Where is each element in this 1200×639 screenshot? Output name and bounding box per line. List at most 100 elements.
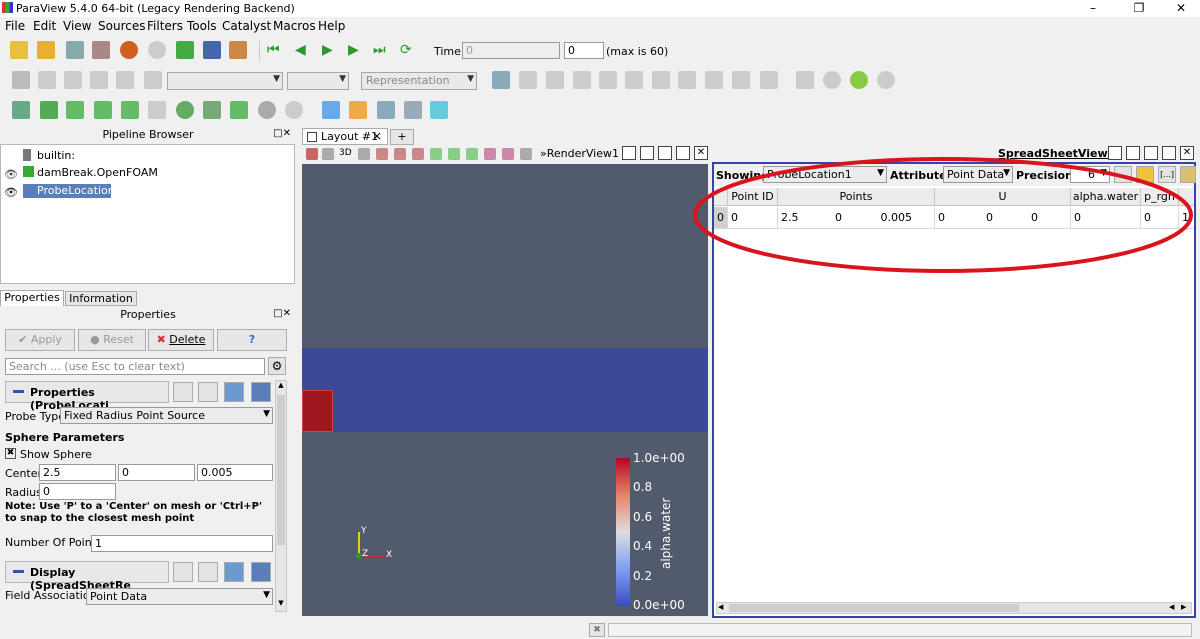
loop-icon[interactable]: ⟳ <box>400 42 412 58</box>
stream-tracer-icon[interactable] <box>203 101 221 119</box>
view-minus-x-icon[interactable] <box>599 71 617 89</box>
capture-icon[interactable] <box>306 148 318 160</box>
grow-selection-icon[interactable] <box>484 148 496 160</box>
menu-macros[interactable]: Macros <box>273 19 316 33</box>
menu-catalyst[interactable]: Catalyst <box>222 19 271 33</box>
threshold-icon[interactable] <box>121 101 139 119</box>
center-y-input[interactable]: 0 <box>118 464 195 481</box>
scroll-left-icon[interactable]: ◀ <box>718 603 723 611</box>
first-frame-icon[interactable]: ⏮ <box>267 42 280 58</box>
clip-icon[interactable] <box>66 101 84 119</box>
tab-properties[interactable]: Properties <box>0 290 64 306</box>
save-state-icon[interactable] <box>92 41 110 59</box>
copy-icon[interactable] <box>173 562 193 582</box>
slice-icon[interactable] <box>94 101 112 119</box>
close-progress-icon[interactable]: ✖ <box>589 623 605 637</box>
panel-float-close-icon[interactable]: □✕ <box>273 308 291 319</box>
menu-filters[interactable]: Filters <box>147 19 183 33</box>
field-association-select[interactable]: Point Data ▼ <box>86 588 273 605</box>
view-plus-x-icon[interactable] <box>573 71 591 89</box>
extract-level-icon[interactable] <box>285 101 303 119</box>
close-window-button[interactable]: ✕ <box>1158 0 1200 17</box>
color-legend-icon[interactable] <box>38 71 56 89</box>
rescale-visible-icon[interactable] <box>116 71 134 89</box>
scroll-up-icon[interactable]: ▲ <box>276 381 286 391</box>
apply-button[interactable]: ✔ Apply <box>5 329 75 351</box>
spreadsheet-horizontal-scrollbar[interactable]: ◀ ◀ ▶ <box>716 602 1192 614</box>
delete-button[interactable]: ✖ Delete <box>148 329 214 351</box>
menu-help[interactable]: Help <box>318 19 345 33</box>
eye-icon[interactable]: 👁 <box>4 186 18 199</box>
color-palette-icon[interactable] <box>229 41 247 59</box>
menu-tools[interactable]: Tools <box>187 19 217 33</box>
select-surface-cells-icon[interactable] <box>376 148 388 160</box>
scrollbar-thumb[interactable] <box>277 395 285 545</box>
group-datasets-icon[interactable] <box>258 101 276 119</box>
rotation-center-icon[interactable] <box>877 71 895 89</box>
show-center-icon[interactable] <box>796 71 814 89</box>
rotate-minus-90-icon[interactable] <box>760 71 778 89</box>
contour-icon[interactable] <box>40 101 58 119</box>
component-select[interactable]: ▼ <box>287 72 349 90</box>
glyph-icon[interactable] <box>176 101 194 119</box>
scroll-right-icon[interactable]: ▶ <box>1181 603 1186 611</box>
color-array-select[interactable]: ▼ <box>167 72 283 90</box>
display-section-header[interactable]: Display (SpreadSheetRe <box>5 561 169 592</box>
clear-selection-icon[interactable] <box>520 148 532 160</box>
tab-information[interactable]: Information <box>65 291 137 306</box>
toggle-colorbar-icon[interactable] <box>12 71 30 89</box>
reload-icon[interactable] <box>224 562 244 582</box>
last-frame-icon[interactable]: ⏭ <box>373 42 386 58</box>
plot-over-line-icon[interactable] <box>377 101 395 119</box>
select-cells-icon[interactable] <box>322 101 340 119</box>
warp-vector-icon[interactable] <box>230 101 248 119</box>
select-surface-points-icon[interactable] <box>394 148 406 160</box>
shrink-selection-icon[interactable] <box>502 148 514 160</box>
rescale-icon[interactable] <box>64 71 82 89</box>
reset-button[interactable]: ● Reset <box>78 329 146 351</box>
zoom-to-box-icon[interactable] <box>546 71 564 89</box>
eye-icon[interactable]: 👁 <box>4 168 18 181</box>
pipeline-item-dambreak[interactable]: damBreak.OpenFOAM <box>37 166 158 179</box>
paste-icon[interactable] <box>198 382 218 402</box>
visibility-icon[interactable] <box>144 71 162 89</box>
split-vertical-icon[interactable] <box>640 146 654 160</box>
copy-icon[interactable] <box>173 382 193 402</box>
menu-file[interactable]: File <box>5 19 25 33</box>
rotate-plus-90-icon[interactable] <box>732 71 750 89</box>
previous-frame-icon[interactable]: ◀ <box>295 42 306 58</box>
menu-sources[interactable]: Sources <box>98 19 145 33</box>
float-view-icon[interactable] <box>676 146 690 160</box>
extract-subset-icon[interactable] <box>148 101 166 119</box>
help-button[interactable]: ? <box>217 329 287 351</box>
scroll-down-icon[interactable]: ▼ <box>276 599 286 609</box>
center-z-input[interactable]: 0.005 <box>197 464 273 481</box>
probe-type-select[interactable]: Fixed Radius Point Source ▼ <box>60 407 273 424</box>
reload-icon[interactable] <box>224 382 244 402</box>
render-view-canvas[interactable]: 1.0e+00 0.8 0.6 0.4 0.2 0.0e+00 alpha.wa… <box>302 164 708 616</box>
hover-points-icon[interactable] <box>466 148 478 160</box>
camera-undo-icon[interactable] <box>322 148 334 160</box>
properties-search-input[interactable]: Search ... (use Esc to clear text) <box>5 358 265 375</box>
view-plus-z-icon[interactable] <box>678 71 696 89</box>
maximize-view-icon[interactable] <box>658 146 672 160</box>
python-shell-icon[interactable] <box>430 101 448 119</box>
menu-edit[interactable]: Edit <box>33 19 56 33</box>
time-value-field[interactable]: 0 <box>462 42 560 59</box>
find-data-icon[interactable] <box>404 101 422 119</box>
time-step-spinbox[interactable]: 0 <box>564 42 604 59</box>
center-x-input[interactable]: 2.5 <box>39 464 116 481</box>
save-defaults-icon[interactable] <box>251 382 271 402</box>
advanced-gear-icon[interactable]: ⚙ <box>268 357 286 375</box>
disconnect-icon[interactable] <box>203 41 221 59</box>
open-recent-icon[interactable] <box>37 41 55 59</box>
tab-layout-1[interactable]: Layout #1 × <box>302 128 388 145</box>
restore-button[interactable]: ❐ <box>1116 0 1162 17</box>
split-horizontal-icon[interactable] <box>622 146 636 160</box>
paste-icon[interactable] <box>198 562 218 582</box>
number-of-points-input[interactable]: 1 <box>91 535 273 552</box>
connect-icon[interactable] <box>176 41 194 59</box>
scrollbar-thumb[interactable] <box>729 604 1019 612</box>
pipeline-item-probelocation[interactable]: ProbeLocation1 <box>37 184 122 197</box>
zoom-to-data-icon[interactable] <box>519 71 537 89</box>
